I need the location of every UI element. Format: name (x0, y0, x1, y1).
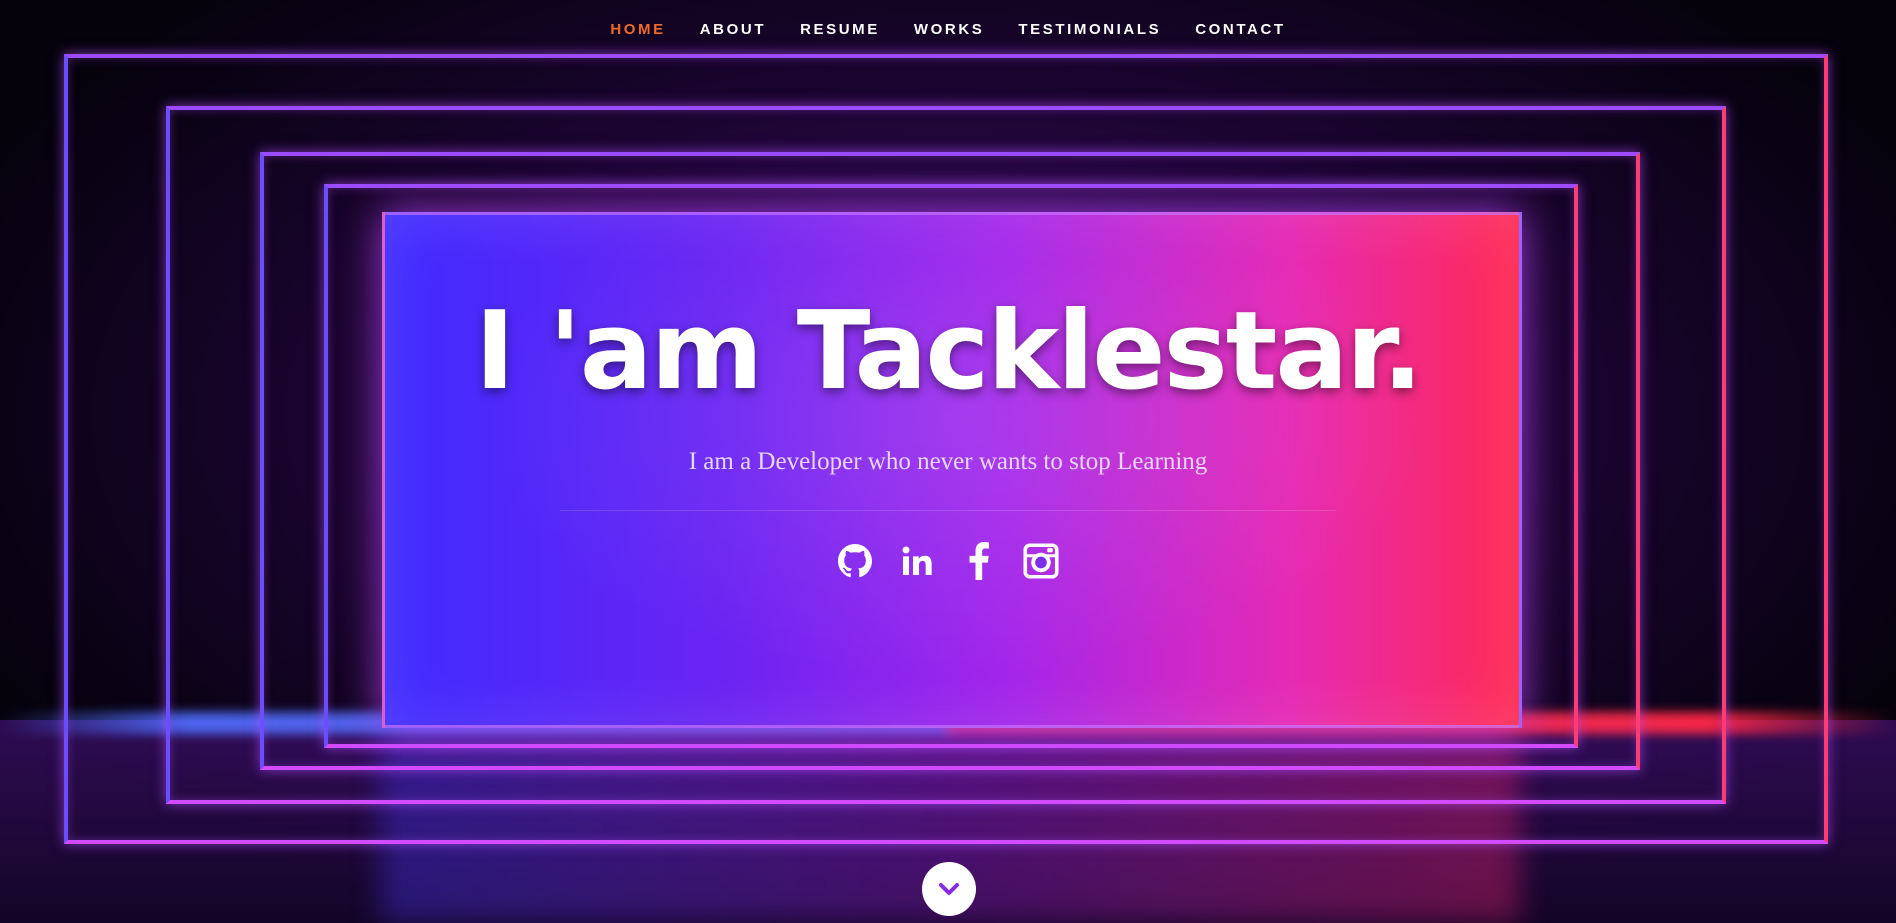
facebook-icon (969, 542, 989, 580)
divider (560, 510, 1336, 511)
linkedin-link[interactable] (899, 541, 935, 581)
nav-works[interactable]: WORKS (914, 21, 985, 38)
hero-section: HOME ABOUT RESUME WORKS TESTIMONIALS CON… (0, 0, 1896, 923)
scroll-down-button[interactable] (922, 862, 976, 916)
nav-testimonials[interactable]: TESTIMONIALS (1018, 21, 1161, 38)
github-link[interactable] (837, 541, 873, 581)
main-nav: HOME ABOUT RESUME WORKS TESTIMONIALS CON… (0, 0, 1896, 56)
nav-contact[interactable]: CONTACT (1195, 21, 1285, 38)
instagram-link[interactable] (1023, 541, 1059, 581)
linkedin-icon (902, 546, 932, 575)
facebook-link[interactable] (961, 541, 997, 581)
nav-about[interactable]: ABOUT (700, 21, 766, 38)
nav-resume[interactable]: RESUME (800, 21, 880, 38)
github-icon (838, 544, 872, 578)
hero-subtitle: I am a Developer who never wants to stop… (688, 448, 1208, 475)
chevron-down-icon (939, 883, 959, 895)
nav-home[interactable]: HOME (610, 21, 665, 38)
hero-title: I 'am Tacklestar. (474, 289, 1423, 414)
social-links (0, 541, 1896, 581)
instagram-icon (1023, 543, 1059, 579)
